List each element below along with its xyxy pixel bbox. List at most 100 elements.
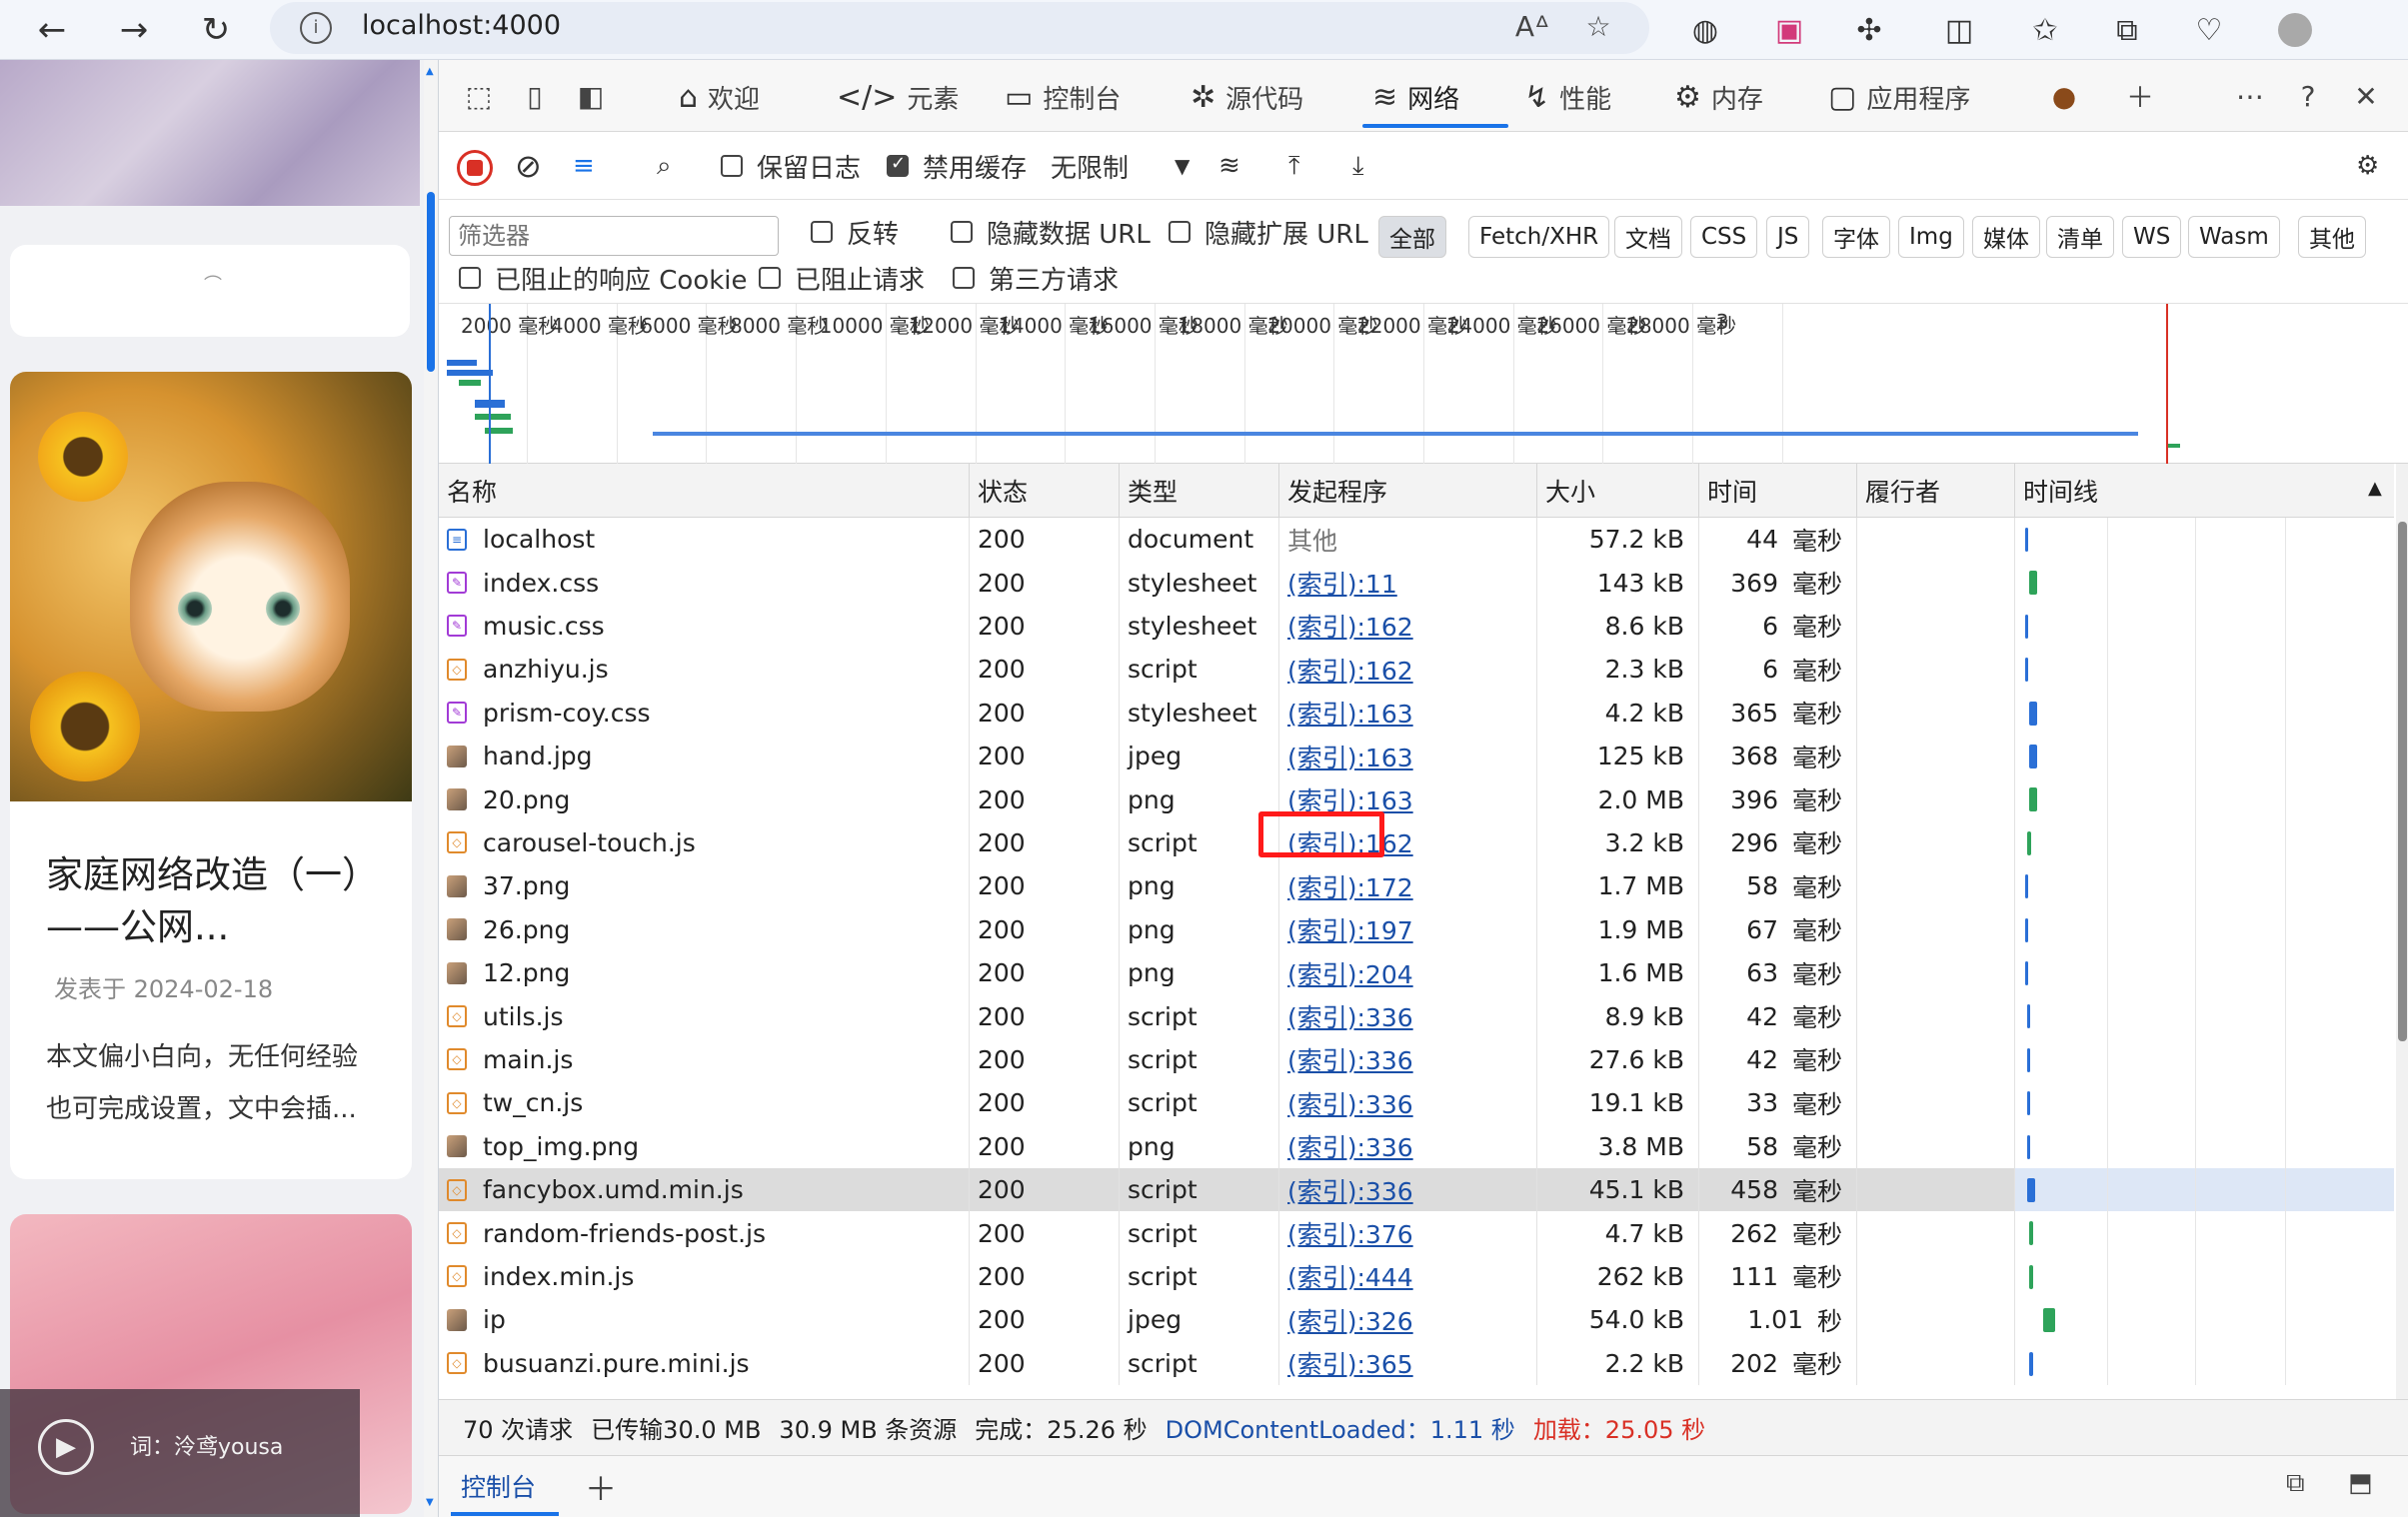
tab-console[interactable]: ▭ 控制台 — [1005, 72, 1121, 122]
cell-initiator[interactable]: (索引):172 — [1278, 864, 1536, 908]
request-name[interactable]: 26.png — [483, 915, 570, 944]
request-name[interactable]: index.min.js — [483, 1262, 634, 1291]
cell-initiator[interactable]: (索引):365 — [1278, 1341, 1536, 1385]
filter-js-button[interactable]: JS — [1766, 216, 1810, 258]
initiator-link[interactable]: (索引):365 — [1287, 1345, 1413, 1381]
cell-initiator[interactable]: (索引):336 — [1278, 1081, 1536, 1125]
hide-data-url-checkbox[interactable]: 隐藏数据 URL — [951, 210, 1151, 254]
cookie-icon[interactable]: ● — [2042, 74, 2086, 118]
table-scrollbar[interactable] — [2396, 464, 2408, 1399]
drawer-tab-console[interactable]: 控制台 — [461, 1468, 536, 1504]
profile-avatar-icon[interactable] — [2271, 6, 2319, 54]
tab-memory[interactable]: ⚙ 内存 — [1674, 72, 1763, 122]
filter-other-button[interactable]: 其他 — [2298, 216, 2366, 258]
table-row[interactable]: top_img.png 200 png (索引):336 3.8 MB 58 毫秒 — [439, 1124, 2394, 1168]
invert-checkbox[interactable]: 反转 — [811, 210, 899, 254]
dock-drawer-icon[interactable]: ⧉ — [2286, 1468, 2305, 1499]
request-name[interactable]: localhost — [483, 525, 595, 554]
initiator-link[interactable]: (索引):336 — [1287, 998, 1413, 1034]
filter-doc-button[interactable]: 文档 — [1614, 216, 1682, 258]
cell-initiator[interactable]: (索引):11 — [1278, 561, 1536, 605]
cell-initiator[interactable]: (索引):162 — [1278, 648, 1536, 692]
filter-fetch-xhr-button[interactable]: Fetch/XHR — [1468, 216, 1610, 258]
table-row[interactable]: ◇ busuanzi.pure.mini.js 200 script (索引):365 2… — [439, 1341, 2394, 1385]
table-row[interactable]: 20.png 200 png (索引):163 2.0 MB 396 毫秒 — [439, 777, 2394, 821]
music-player[interactable]: ▶ 词：泠鸢yousa — [0, 1389, 360, 1517]
table-row[interactable]: ◇ fancybox.umd.min.js 200 script (索引):336 45.… — [439, 1168, 2394, 1212]
initiator-link[interactable]: (索引):336 — [1287, 1172, 1413, 1208]
filter-manifest-button[interactable]: 清单 — [2046, 216, 2114, 258]
post-card[interactable]: 家庭网络改造（一）——公网... 发表于 2024-02-18 本文偏小白向，无… — [10, 372, 412, 1179]
table-row[interactable]: 37.png 200 png (索引):172 1.7 MB 58 毫秒 — [439, 864, 2394, 908]
table-row[interactable]: ◇ carousel-touch.js 200 script (索引):162 3.2 k… — [439, 820, 2394, 865]
column-header-status[interactable]: 状态 — [969, 464, 1119, 518]
cell-initiator[interactable]: (索引):163 — [1278, 691, 1536, 735]
checkbox[interactable] — [951, 221, 973, 243]
cell-initiator[interactable]: (索引):204 — [1278, 951, 1536, 995]
request-name[interactable]: carousel-touch.js — [483, 828, 696, 857]
favorite-star-icon[interactable]: ☆ — [1579, 10, 1617, 48]
request-name[interactable]: hand.jpg — [483, 742, 593, 770]
initiator-link[interactable]: (索引):162 — [1287, 608, 1413, 644]
search-icon[interactable]: ⌕ — [657, 144, 672, 188]
request-name[interactable]: 20.png — [483, 785, 570, 814]
table-row[interactable]: ◇ index.min.js 200 script (索引):444 262 kB 111 毫… — [439, 1254, 2394, 1299]
settings-gear-icon[interactable]: ⚙ — [2356, 144, 2379, 188]
preserve-log-checkbox[interactable]: 保留日志 — [721, 144, 861, 188]
checkbox[interactable] — [759, 267, 781, 289]
throttling-select[interactable]: 无限制 ▼ — [1051, 144, 1190, 188]
initiator-link[interactable]: (索引):336 — [1287, 1041, 1413, 1077]
import-har-icon[interactable]: ⤒ — [1288, 144, 1300, 188]
checkbox[interactable] — [1169, 221, 1191, 243]
request-name[interactable]: 37.png — [483, 871, 570, 900]
initiator-link[interactable]: (索引):376 — [1287, 1215, 1413, 1251]
scrollbar-thumb[interactable] — [427, 192, 435, 372]
request-name[interactable]: music.css — [483, 612, 605, 641]
initiator-link[interactable]: (索引):163 — [1287, 695, 1413, 731]
third-party-checkbox[interactable]: 第三方请求 — [953, 256, 1119, 300]
expand-drawer-icon[interactable]: ⬒ — [2348, 1468, 2373, 1498]
split-screen-icon[interactable]: ◫ — [1935, 6, 1983, 54]
table-row[interactable]: ✎ music.css 200 stylesheet (索引):162 8.6 kB 6 毫秒 — [439, 604, 2394, 649]
tab-elements[interactable]: </> 元素 — [837, 72, 959, 122]
sort-ascending-icon[interactable]: ▲ — [2368, 478, 2382, 499]
forward-arrow-icon[interactable]: → — [110, 6, 158, 54]
url-text[interactable]: localhost:4000 — [362, 10, 561, 41]
play-icon[interactable]: ▶ — [38, 1419, 94, 1475]
column-header-name[interactable]: 名称 — [439, 464, 969, 518]
cell-initiator[interactable]: (索引):336 — [1278, 1124, 1536, 1168]
export-har-icon[interactable]: ⤓ — [1352, 144, 1364, 188]
read-aloud-icon[interactable]: Aᐞ — [1513, 10, 1551, 48]
table-row[interactable]: 12.png 200 png (索引):204 1.6 MB 63 毫秒 — [439, 951, 2394, 995]
tab-application[interactable]: ▢ 应用程序 — [1828, 72, 1970, 122]
record-stop-icon[interactable] — [457, 150, 493, 186]
post-title[interactable]: 家庭网络改造（一）——公网... — [46, 849, 376, 953]
request-name[interactable]: tw_cn.js — [483, 1088, 583, 1117]
extension-globe-icon[interactable]: ◍ — [1681, 6, 1729, 54]
column-header-size[interactable]: 大小 — [1536, 464, 1698, 518]
request-name[interactable]: ip — [483, 1305, 506, 1334]
scroll-up-icon[interactable]: ▲ — [426, 66, 434, 77]
help-icon[interactable]: ? — [2286, 74, 2330, 118]
table-row[interactable]: hand.jpg 200 jpeg (索引):163 125 kB 368 毫秒 — [439, 735, 2394, 778]
table-row[interactable]: ≡ localhost 200 document 其他 57.2 kB 44 毫秒 — [439, 518, 2394, 562]
filter-ws-button[interactable]: WS — [2122, 216, 2182, 258]
post-cover-image[interactable] — [10, 372, 412, 801]
request-name[interactable]: 12.png — [483, 958, 570, 987]
cell-initiator[interactable]: (索引):376 — [1278, 1211, 1536, 1255]
initiator-link[interactable]: (索引):326 — [1287, 1302, 1413, 1338]
initiator-link[interactable]: (索引):163 — [1287, 739, 1413, 774]
initiator-link[interactable]: (索引):204 — [1287, 955, 1413, 991]
table-row[interactable]: ◇ anzhiyu.js 200 script (索引):162 2.3 kB 6 毫秒 — [439, 648, 2394, 692]
inspect-element-icon[interactable]: ⬚ — [457, 74, 501, 118]
reload-icon[interactable]: ↻ — [192, 6, 240, 54]
checkbox[interactable] — [953, 267, 975, 289]
filter-img-button[interactable]: Img — [1898, 216, 1964, 258]
request-name[interactable]: index.css — [483, 569, 599, 598]
filter-media-button[interactable]: 媒体 — [1972, 216, 2040, 258]
table-row[interactable]: ✎ prism-coy.css 200 stylesheet (索引):163 4.2 k… — [439, 691, 2394, 735]
initiator-link[interactable]: (索引):11 — [1287, 565, 1397, 601]
cell-initiator[interactable]: (索引):336 — [1278, 1037, 1536, 1082]
close-icon[interactable]: ✕ — [2344, 74, 2388, 118]
initiator-link[interactable]: (索引):197 — [1287, 911, 1413, 947]
